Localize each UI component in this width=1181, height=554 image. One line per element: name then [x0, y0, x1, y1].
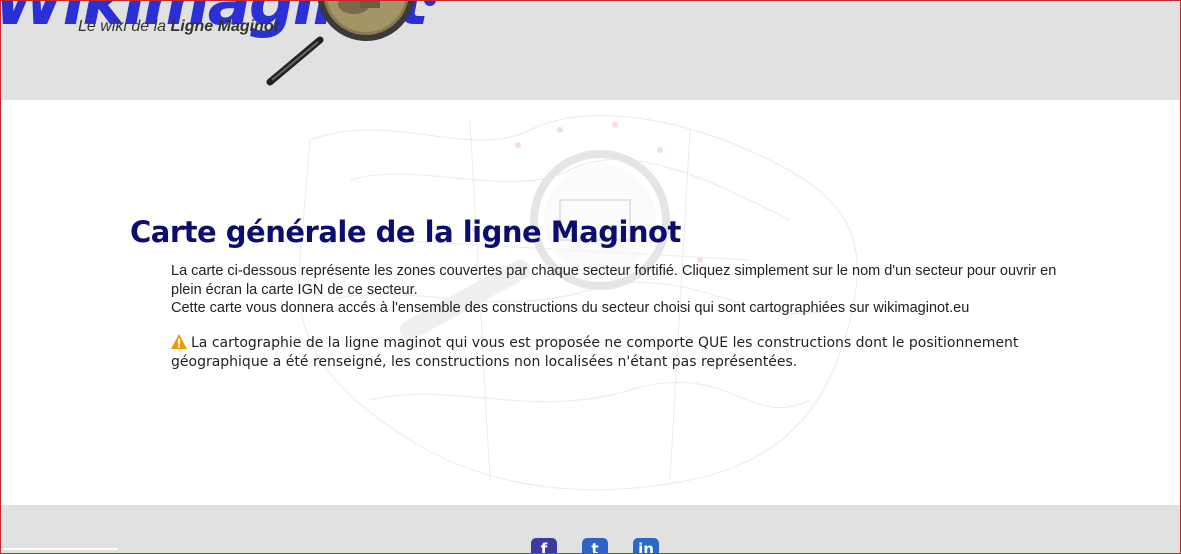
tagline-prefix: Le wiki de la	[78, 18, 171, 35]
warning-notice: La cartographie de la ligne maginot qui …	[171, 334, 1061, 372]
logo-tagline: Le wiki de la Ligne Maginot	[78, 18, 279, 36]
twitter-icon[interactable]: t	[582, 538, 608, 554]
intro-paragraph-2: Cette carte vous donnera accés à l'ensem…	[171, 300, 970, 316]
linkedin-icon[interactable]: in	[633, 538, 659, 554]
twitter-glyph: t	[591, 540, 599, 554]
facebook-icon[interactable]: f	[531, 538, 557, 554]
warning-text: La cartographie de la ligne maginot qui …	[171, 335, 1019, 370]
main-content: Carte générale de la ligne Maginot La ca…	[0, 100, 1181, 505]
page-title: Carte générale de la ligne Maginot	[130, 215, 681, 249]
facebook-glyph: f	[540, 540, 548, 554]
magnifier-logo-icon	[266, 0, 415, 86]
site-header: Wikimaginot Le wiki de la Ligne Maginot	[0, 0, 1181, 100]
footer-divider	[0, 548, 118, 550]
linkedin-glyph: in	[638, 540, 654, 554]
warning-icon	[171, 334, 187, 349]
intro-text: La carte ci-dessous représente les zones…	[171, 262, 1061, 318]
intro-paragraph-1: La carte ci-dessous représente les zones…	[171, 263, 1057, 298]
site-footer: f t in	[0, 505, 1181, 554]
